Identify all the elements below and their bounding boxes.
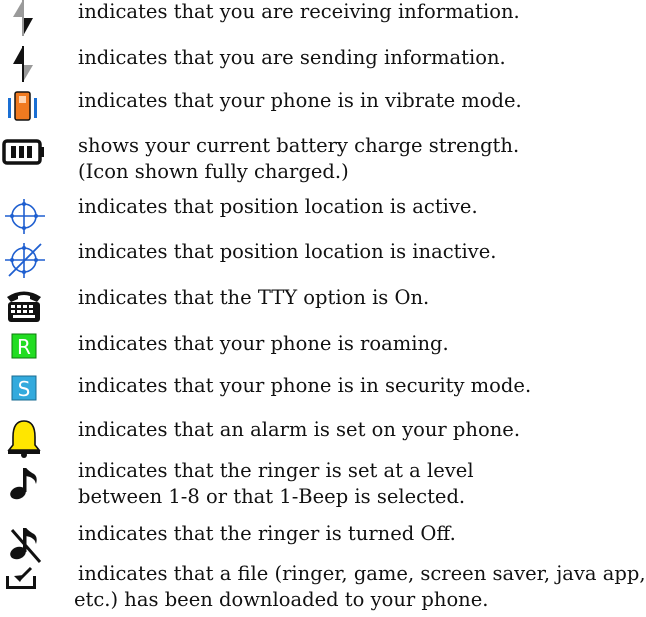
legend-text: indicates that the ringer is set at a le… bbox=[78, 459, 474, 508]
svg-text:S: S bbox=[18, 377, 31, 401]
vibrate-mode-icon bbox=[0, 88, 50, 128]
svg-text:R: R bbox=[17, 335, 31, 359]
download-complete-icon bbox=[0, 562, 50, 602]
sending-data-arrows-icon bbox=[0, 44, 50, 84]
location-off-icon bbox=[0, 238, 50, 278]
legend-text: indicates that your phone is in security… bbox=[78, 374, 532, 397]
ringer-on-icon bbox=[0, 460, 50, 500]
alarm-bell-icon bbox=[0, 416, 50, 458]
battery-full-icon bbox=[0, 134, 50, 174]
ringer-off-icon bbox=[0, 522, 50, 563]
legend-text: indicates that position location is acti… bbox=[78, 195, 478, 218]
legend-text: indicates that you are sending informati… bbox=[78, 46, 506, 69]
legend-text: indicates that a file (ringer, game, scr… bbox=[74, 562, 646, 611]
legend-text: indicates that position location is inac… bbox=[78, 240, 497, 263]
legend-text: shows your current battery charge streng… bbox=[78, 134, 520, 183]
legend-text: indicates that you are receiving informa… bbox=[78, 0, 520, 23]
location-on-icon bbox=[0, 194, 50, 234]
legend-text: indicates that your phone is roaming. bbox=[78, 332, 449, 355]
legend-text: indicates that the TTY option is On. bbox=[78, 286, 430, 309]
legend-text: indicates that the ringer is turned Off. bbox=[78, 522, 456, 545]
security-mode-icon: S bbox=[0, 372, 50, 412]
roaming-icon: R bbox=[0, 330, 50, 370]
receiving-data-arrows-icon bbox=[0, 0, 50, 38]
legend-text: indicates that an alarm is set on your p… bbox=[78, 418, 521, 441]
tty-phone-icon bbox=[0, 284, 50, 324]
legend-text: indicates that your phone is in vibrate … bbox=[78, 89, 522, 112]
